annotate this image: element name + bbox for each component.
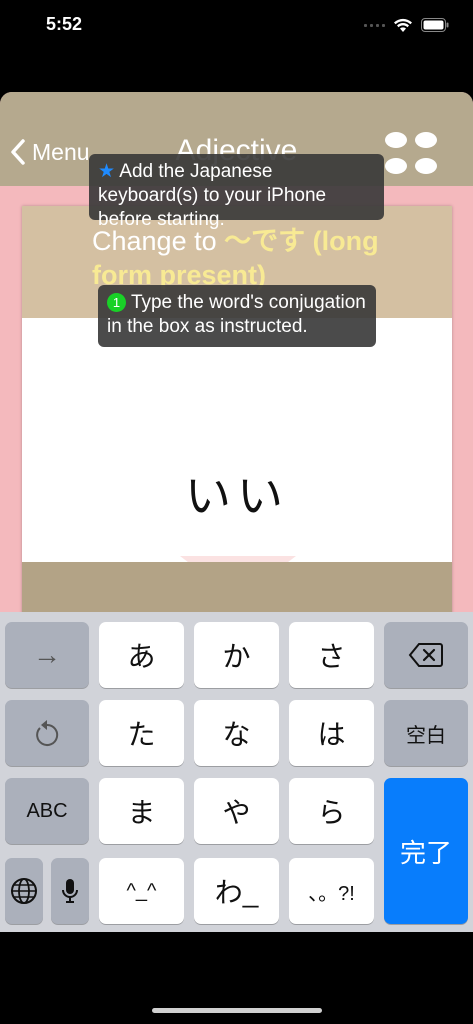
key-ma[interactable]: ま — [99, 778, 184, 844]
undo-icon — [36, 720, 59, 746]
arrow-key[interactable]: → — [5, 622, 89, 688]
delete-key[interactable] — [384, 622, 468, 688]
wifi-icon — [394, 18, 412, 32]
target-word: いい — [185, 470, 289, 522]
grid-menu-icon[interactable] — [385, 132, 437, 176]
microphone-icon — [62, 879, 78, 903]
status-icons — [364, 14, 449, 36]
key-a[interactable]: あ — [99, 622, 184, 688]
key-ra[interactable]: ら — [289, 778, 374, 844]
space-key[interactable]: 空白 — [384, 700, 468, 766]
punctuation-key[interactable]: 、。?! — [289, 858, 374, 924]
home-indicator — [152, 1008, 322, 1013]
instruction-text: Change to 〜です (long form present) — [22, 224, 452, 292]
key-ka[interactable]: か — [194, 622, 279, 688]
japanese-keyboard: → あ か さ た な は 空白 ABC ま や ら 完了 ^_^ わ_ 、。?… — [0, 612, 473, 932]
globe-key[interactable] — [5, 858, 43, 924]
key-ya[interactable]: や — [194, 778, 279, 844]
key-wa[interactable]: わ_ — [194, 858, 279, 924]
done-key[interactable]: 完了 — [384, 778, 468, 924]
key-ha[interactable]: は — [289, 700, 374, 766]
microphone-key[interactable] — [51, 858, 89, 924]
number-one-icon: 1 — [107, 293, 126, 312]
kaomoji-key[interactable]: ^_^ — [99, 858, 184, 924]
key-na[interactable]: な — [194, 700, 279, 766]
tooltip-conjugation-text: Type the word's conjugation in the box a… — [107, 292, 366, 337]
status-time: 5:52 — [46, 14, 83, 34]
undo-key[interactable] — [5, 700, 89, 766]
status-bar: 5:52 — [0, 0, 473, 52]
battery-icon — [421, 18, 449, 32]
abc-key[interactable]: ABC — [5, 778, 89, 844]
tooltip-conjugation: 1 Type the word's conjugation in the box… — [98, 285, 376, 347]
globe-icon — [11, 878, 37, 904]
tooltip-keyboard-text: Add the Japanese keyboard(s) to your iPh… — [98, 161, 327, 230]
tooltip-keyboard: ★ Add the Japanese keyboard(s) to your i… — [89, 154, 384, 230]
star-icon: ★ — [98, 161, 116, 182]
key-sa[interactable]: さ — [289, 622, 374, 688]
backspace-icon — [408, 643, 443, 667]
cellular-signal-icon — [364, 23, 385, 27]
key-ta[interactable]: た — [99, 700, 184, 766]
